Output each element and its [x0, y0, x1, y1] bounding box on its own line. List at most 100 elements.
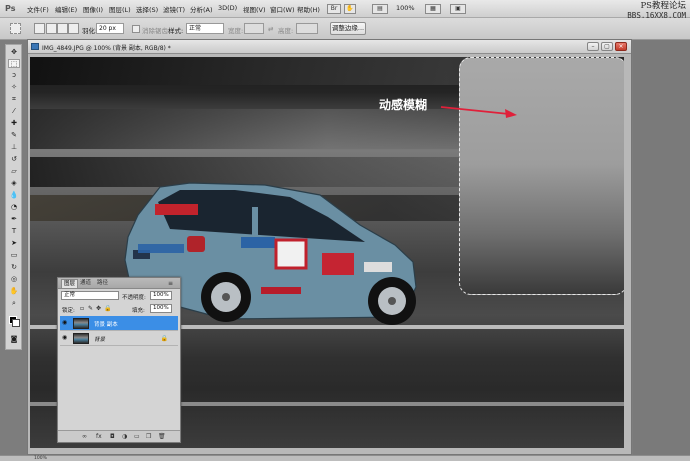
- history-brush-icon[interactable]: ↺: [8, 155, 20, 164]
- 3d-rotate-icon[interactable]: ↻: [8, 263, 20, 272]
- annotation-text: 动感模糊: [379, 98, 428, 112]
- blur-tool-icon[interactable]: 💧: [8, 191, 20, 200]
- lasso-tool-icon[interactable]: ↄ: [8, 71, 20, 80]
- watermark-line1: PS教程论坛: [640, 1, 686, 11]
- height-input[interactable]: [296, 23, 318, 34]
- eye-icon[interactable]: ◉: [62, 335, 69, 341]
- eye-icon[interactable]: ◉: [62, 320, 69, 326]
- intersect-selection-icon[interactable]: [68, 23, 79, 34]
- 3d-orbit-icon[interactable]: ◎: [8, 275, 20, 284]
- group-icon[interactable]: ▭: [134, 434, 140, 440]
- hand-icon[interactable]: ✋: [344, 4, 356, 14]
- width-input[interactable]: [244, 23, 264, 34]
- style-select[interactable]: 正常: [186, 23, 224, 34]
- fill-input[interactable]: 100%: [150, 304, 172, 313]
- menu-analysis[interactable]: 分析(A): [190, 4, 213, 14]
- panel-menu-icon[interactable]: ≡: [166, 279, 175, 288]
- type-tool-icon[interactable]: T: [8, 227, 20, 236]
- trash-icon[interactable]: 🗑: [158, 434, 166, 440]
- magic-wand-icon[interactable]: ✧: [8, 83, 20, 92]
- layer-lock-icon: 🔒: [160, 335, 168, 342]
- screen-mode-icon[interactable]: ▦: [425, 4, 441, 14]
- menu-file[interactable]: 文件(F): [27, 4, 49, 14]
- layers-panel: 图层 通道 路径 ≡ 正常 不透明度: 100% 锁定: ▫ ✎ ✥ 🔒 填充:…: [57, 277, 181, 443]
- menu-view[interactable]: 视图(V): [243, 4, 266, 14]
- subtract-selection-icon[interactable]: [57, 23, 68, 34]
- workspace-background: [633, 40, 690, 455]
- antialias-label: 消除锯齿: [142, 27, 168, 35]
- refine-edge-button[interactable]: 调整边缘...: [330, 22, 366, 35]
- lock-transparent-icon[interactable]: ▫: [80, 305, 84, 312]
- layer-thumbnail: [73, 333, 89, 344]
- background-color-swatch[interactable]: [12, 319, 20, 327]
- dodge-tool-icon[interactable]: ◔: [8, 203, 20, 212]
- fill-label: 填充:: [132, 308, 145, 314]
- menu-3d[interactable]: 3D(D): [218, 4, 237, 12]
- lock-pixels-icon[interactable]: ✎: [88, 305, 93, 312]
- swap-icon[interactable]: ⇄: [268, 25, 273, 33]
- new-layer-icon[interactable]: ❐: [146, 434, 151, 440]
- tab-channels[interactable]: 通道: [78, 279, 93, 288]
- quick-mask-icon[interactable]: ◙: [8, 335, 20, 344]
- zoom-level[interactable]: 100%: [396, 4, 415, 12]
- layer-mask-icon[interactable]: ◘: [110, 434, 115, 440]
- zoom-tool-icon[interactable]: ⌕: [8, 299, 20, 308]
- pen-tool-icon[interactable]: ✒: [8, 215, 20, 224]
- eraser-tool-icon[interactable]: ▱: [8, 167, 20, 176]
- style-label: 样式:: [168, 27, 184, 35]
- height-label: 高度:: [278, 27, 294, 35]
- menu-help[interactable]: 帮助(H): [297, 4, 320, 14]
- app-logo: Ps: [5, 4, 16, 13]
- rect-marquee-icon[interactable]: [10, 23, 21, 34]
- layer-name: 背景: [94, 337, 106, 343]
- menu-image[interactable]: 图像(I): [83, 4, 103, 14]
- bridge-icon[interactable]: Br: [327, 4, 341, 14]
- menu-window[interactable]: 窗口(W): [270, 4, 295, 14]
- status-zoom[interactable]: 100%: [34, 456, 47, 461]
- lock-position-icon[interactable]: ✥: [96, 305, 101, 312]
- layer-row[interactable]: ◉ 背景 🔒: [60, 331, 178, 346]
- antialias-checkbox[interactable]: [132, 25, 140, 33]
- layer-row[interactable]: ◉ 背景 副本: [60, 316, 178, 331]
- menu-filter[interactable]: 滤镜(T): [163, 4, 185, 14]
- tab-paths[interactable]: 路径: [95, 279, 110, 288]
- extras-icon[interactable]: ▣: [450, 4, 466, 14]
- document-icon: [31, 43, 39, 50]
- layer-style-icon[interactable]: fx: [96, 434, 102, 440]
- document-tab[interactable]: IMG_4849.JPG @ 100% (背景 副本, RGB/8) * – ▢…: [28, 40, 631, 54]
- add-selection-icon[interactable]: [46, 23, 57, 34]
- adjustment-layer-icon[interactable]: ◑: [122, 434, 127, 440]
- marquee-selection[interactable]: [459, 57, 624, 295]
- feather-input[interactable]: 20 px: [96, 23, 124, 34]
- path-select-icon[interactable]: ➤: [8, 239, 20, 248]
- eyedropper-icon[interactable]: ⁄: [8, 107, 20, 116]
- move-tool-icon[interactable]: ✥: [8, 48, 20, 57]
- menu-edit[interactable]: 编辑(E): [55, 4, 77, 14]
- lock-all-icon[interactable]: 🔒: [104, 305, 111, 312]
- arrange-icon[interactable]: ▤: [372, 4, 388, 14]
- brush-tool-icon[interactable]: ✎: [8, 131, 20, 140]
- layer-thumbnail: [73, 318, 89, 329]
- document-title: IMG_4849.JPG @ 100% (背景 副本, RGB/8) *: [42, 45, 171, 52]
- clone-stamp-icon[interactable]: ⊥: [8, 143, 20, 152]
- healing-brush-icon[interactable]: ✚: [8, 119, 20, 128]
- layer-name: 背景 副本: [94, 322, 118, 328]
- crop-tool-icon[interactable]: ⌗: [8, 95, 20, 104]
- layers-panel-footer: ∞ fx ◘ ◑ ▭ ❐ 🗑: [58, 430, 180, 442]
- blend-row: 正常 不透明度: 100%: [58, 291, 180, 302]
- menu-select[interactable]: 选择(S): [136, 4, 158, 14]
- menu-bar: Ps 文件(F) 编辑(E) 图像(I) 图层(L) 选择(S) 滤镜(T) 分…: [0, 0, 690, 20]
- opacity-input[interactable]: 100%: [150, 291, 172, 300]
- minimize-button[interactable]: –: [587, 42, 599, 51]
- close-button[interactable]: ×: [615, 42, 627, 51]
- paint-bucket-icon[interactable]: ◈: [8, 179, 20, 188]
- hand-tool-icon[interactable]: ✋: [8, 287, 20, 296]
- shape-tool-icon[interactable]: ▭: [8, 251, 20, 260]
- blend-mode-select[interactable]: 正常: [61, 291, 119, 300]
- tab-layers[interactable]: 图层: [61, 279, 79, 288]
- link-layers-icon[interactable]: ∞: [82, 434, 87, 440]
- marquee-tool-icon[interactable]: ⬚: [8, 59, 20, 68]
- maximize-button[interactable]: ▢: [601, 42, 613, 51]
- new-selection-icon[interactable]: [34, 23, 45, 34]
- menu-layer[interactable]: 图层(L): [109, 4, 131, 14]
